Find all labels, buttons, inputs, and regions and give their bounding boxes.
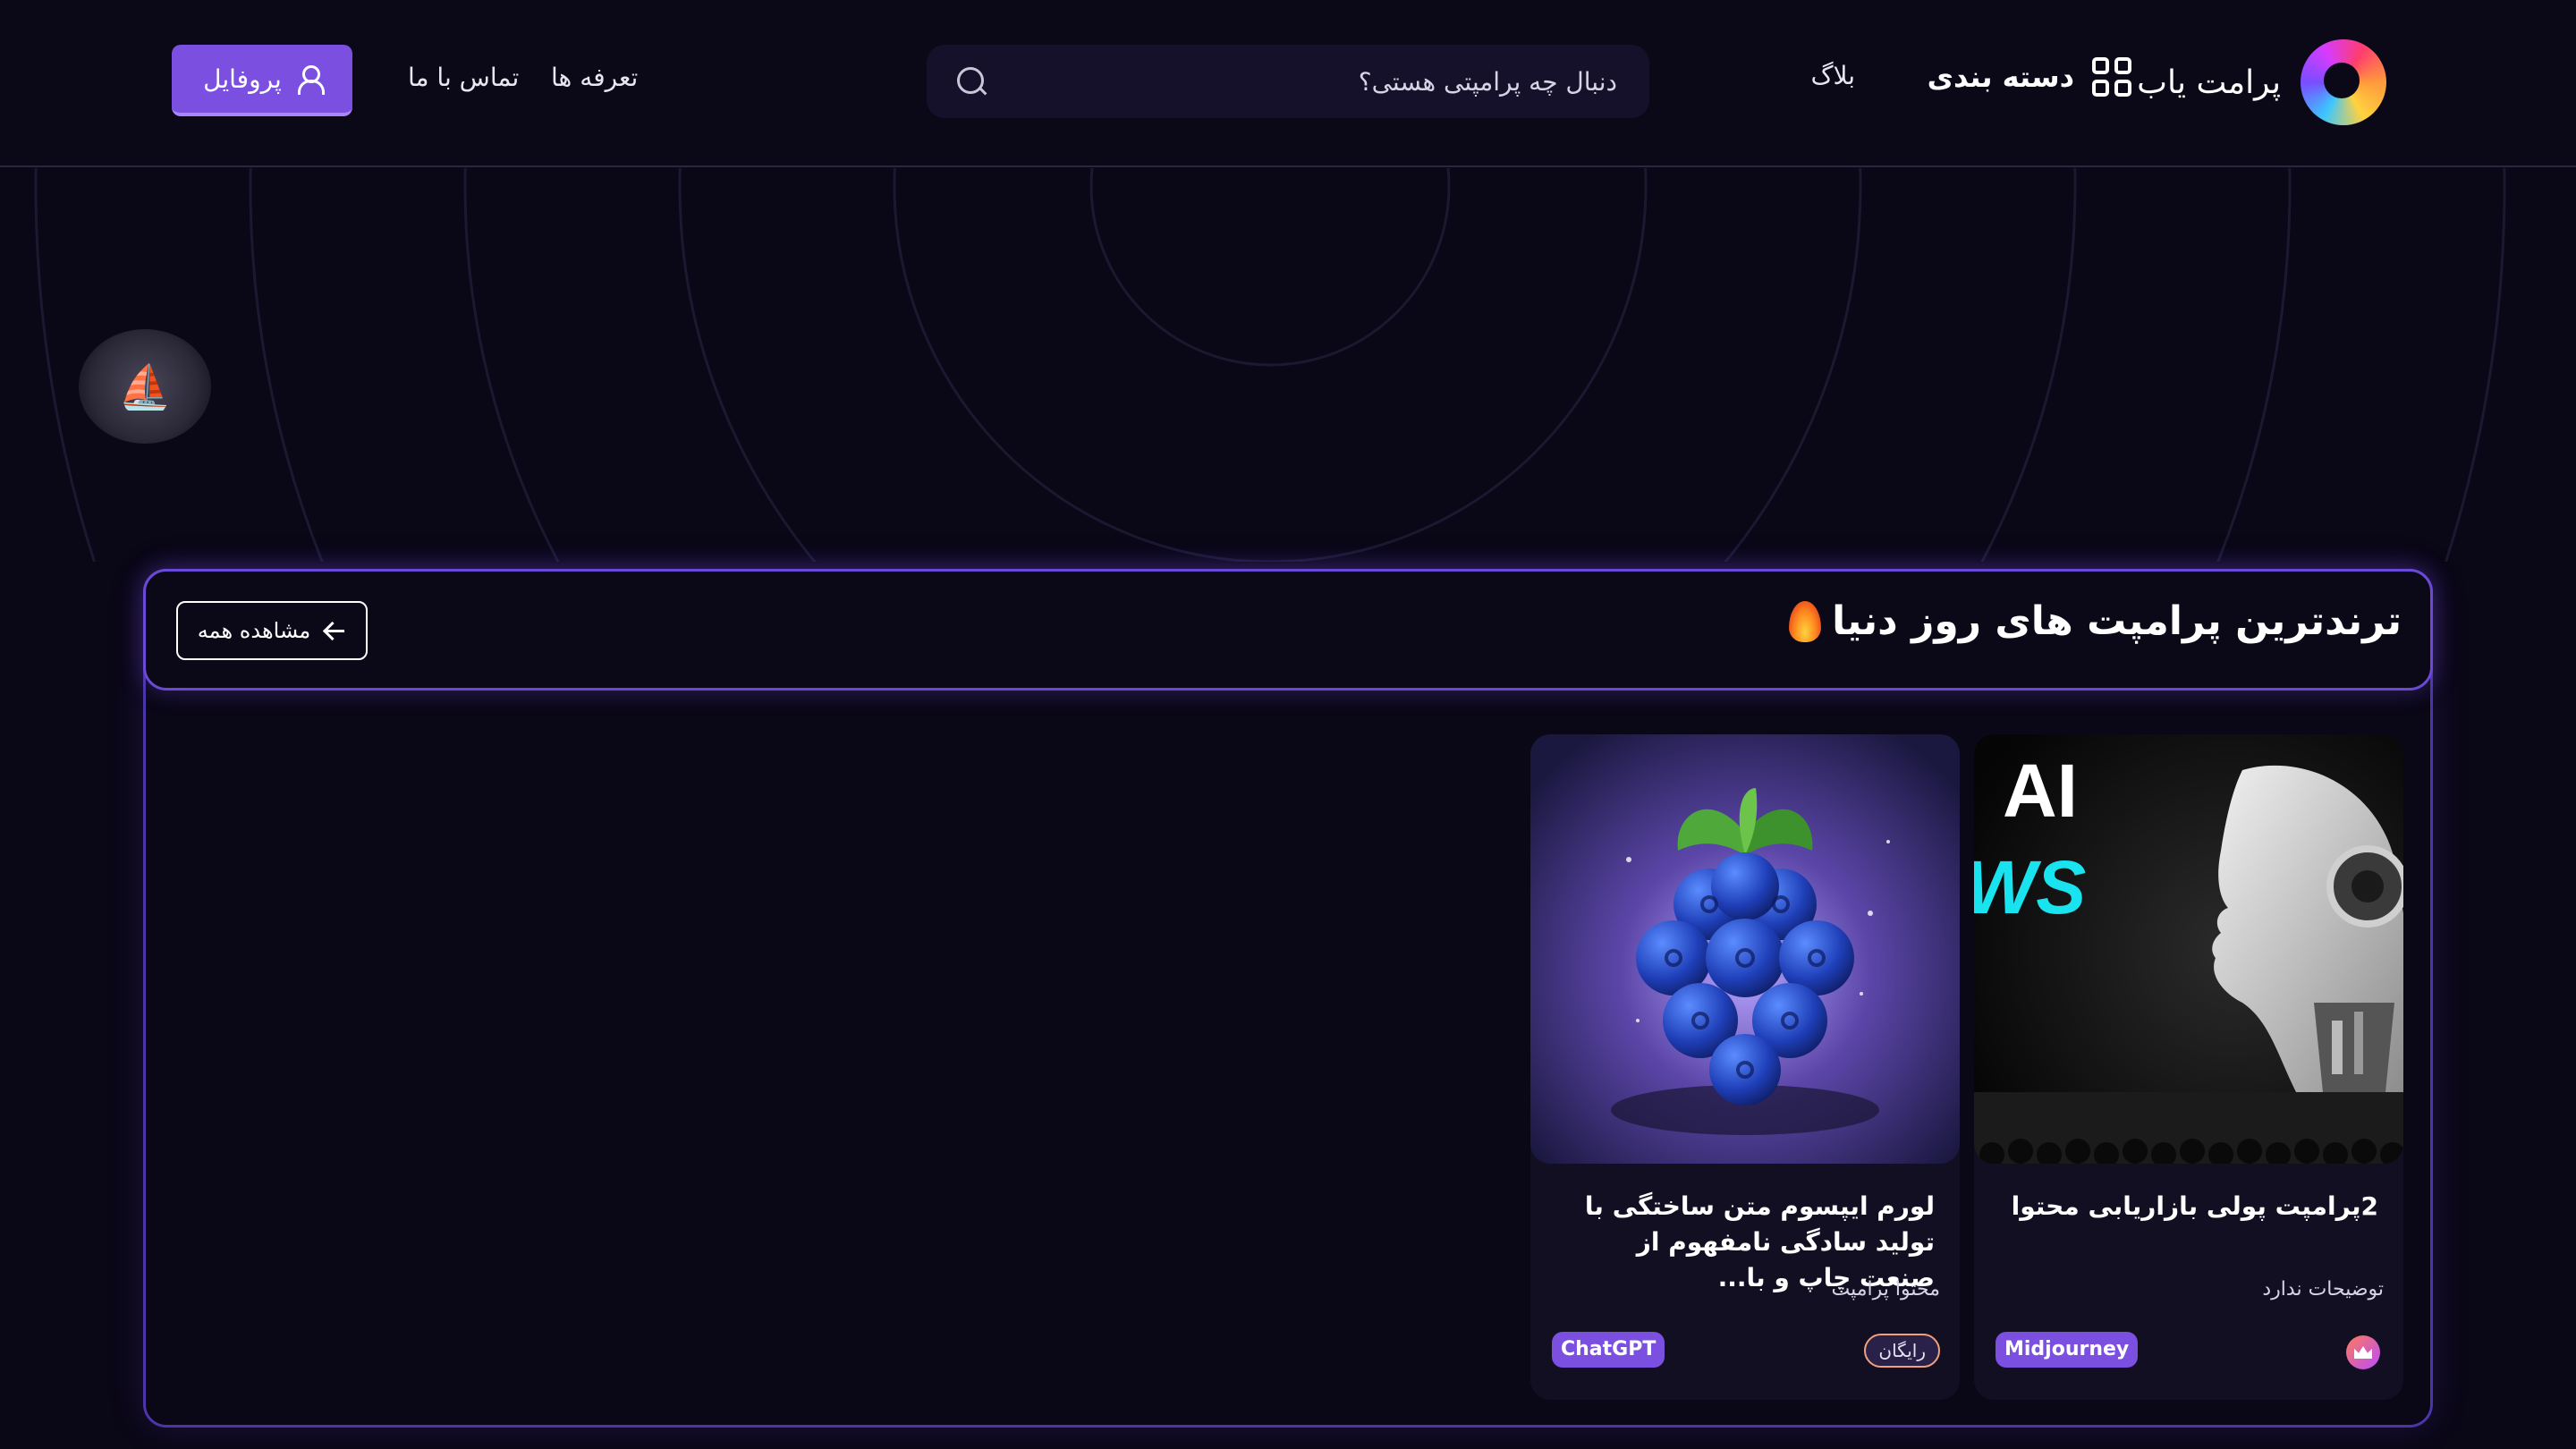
floating-avatar: ⛵ [79,329,211,444]
brand-name: پرامت یاب [2137,64,2281,101]
svg-text:WS: WS [1974,845,2086,929]
model-badge: ChatGPT [1552,1332,1665,1368]
prompt-card[interactable]: لورم ایپسوم متن ساختگی با تولید سادگی نا… [1530,734,1960,1400]
arrow-left-icon [323,622,346,640]
model-badge: Midjourney [1996,1332,2139,1368]
profile-button-label: پروفایل [203,64,282,94]
nav-contact-link[interactable]: تماس با ما [408,63,519,92]
prompt-card-description: توضیحات ندارد [2262,1278,2384,1301]
brand-logo-icon [2301,39,2386,125]
trending-section-header: ترندترین پرامپت های روز دنیا مشاهده همه [143,569,2433,691]
prompt-card-description: محتوا پرامپت [1831,1278,1941,1301]
prompt-card[interactable]: AI WS 2پرامپت پولی بازاریابی محتوا توضیح… [1974,734,2403,1400]
trending-section: ترندترین پرامپت های روز دنیا مشاهده همه [143,569,2433,1428]
profile-button[interactable]: پروفایل [172,45,352,116]
section-title: ترندترین پرامپت های روز دنیا [1789,598,2402,644]
user-icon [296,65,325,95]
fire-icon [1789,600,1822,642]
nav-pricing-link[interactable]: تعرفه ها [551,63,638,92]
view-all-label: مشاهده همه [197,618,311,643]
prompt-card-title[interactable]: 2پرامپت پولی بازاریابی محتوا [1999,1189,2378,1224]
search-bar [927,45,1649,118]
brand[interactable]: پرامت یاب [2137,39,2386,125]
blueberry-illustration [1530,734,1960,1164]
svg-text:AI: AI [2003,749,2078,833]
prompt-card-image: AI WS [1974,734,2403,1164]
nav-blog-link[interactable]: بلاگ [1810,61,1855,90]
crown-icon [2354,1346,2372,1359]
search-input[interactable] [989,65,1619,97]
free-badge: رایگان [1864,1334,1940,1368]
hero-arcs-decoration [34,168,2506,562]
sailboat-icon: ⛵ [118,361,172,412]
view-all-button[interactable]: مشاهده همه [176,601,368,660]
nav-categories[interactable]: دسته بندی [1928,57,2131,97]
section-title-text: ترندترین پرامپت های روز دنیا [1832,598,2402,644]
nav-categories-label: دسته بندی [1927,60,2074,94]
top-navbar: پرامت یاب دسته بندی بلاگ تعرفه ها تماس ب… [0,0,2576,167]
search-icon[interactable] [953,64,989,99]
grid-icon [2092,57,2131,97]
premium-badge [2346,1335,2380,1369]
prompt-card-image [1530,734,1960,1164]
robot-head-illustration: AI WS [1974,734,2403,1164]
hero-background: ⛵ [0,168,2576,562]
